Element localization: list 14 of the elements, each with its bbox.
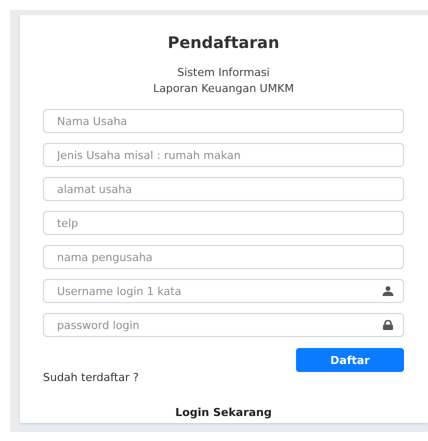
submit-button[interactable]: Daftar [296,348,404,372]
form-title: Pendaftaran [166,33,280,52]
login-link[interactable]: Login Sekarang [175,406,272,419]
lock-icon [382,320,394,330]
input-field[interactable]: nama pengusaha [43,245,404,269]
input-field[interactable]: password login [43,313,404,337]
subtitle-text: Sistem Informasi [176,65,271,81]
input-field[interactable]: telp [43,211,404,235]
input-field[interactable]: Nama Usaha [43,109,404,133]
subtitle-text: Laporan Keuangan UMKM [152,81,295,97]
input-field[interactable]: alamat usaha [43,177,404,201]
user-icon [382,286,394,296]
prompt-text: Sudah terdaftar ? [43,371,140,384]
input-field[interactable]: Username login 1 kata [43,279,404,303]
